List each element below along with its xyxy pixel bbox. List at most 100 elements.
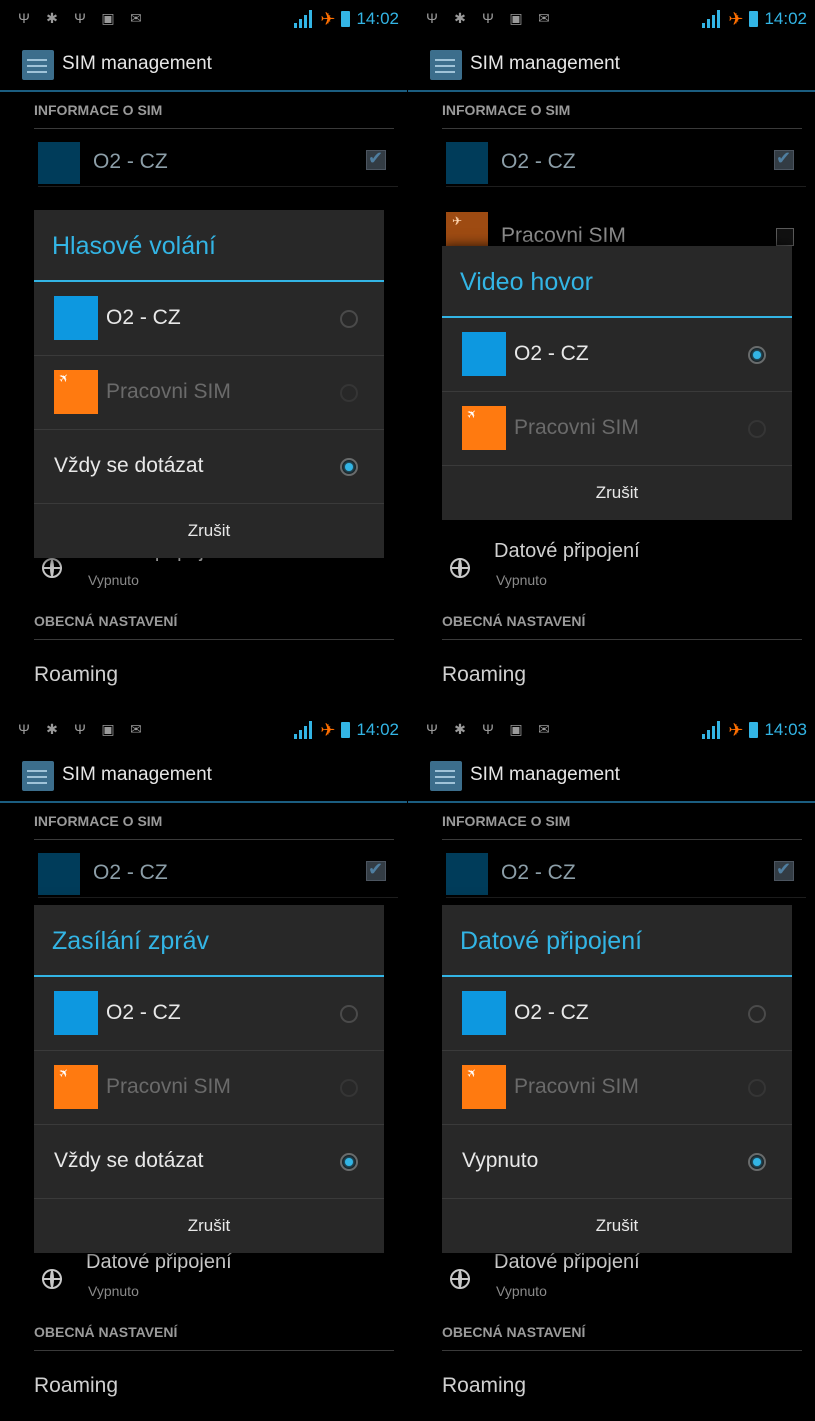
clock: 14:02	[356, 720, 399, 739]
data-connection-item[interactable]: Datové připojení Vypnuto	[442, 1249, 802, 1309]
signal-icon	[702, 721, 722, 739]
dialog-option-o2[interactable]: O2 - CZ	[442, 977, 792, 1051]
option-label: Vždy se dotázat	[54, 1149, 204, 1172]
cancel-button[interactable]: Zrušit	[442, 466, 792, 520]
data-connection-title: Datové připojení	[494, 540, 640, 562]
sim-name: O2 - CZ	[501, 150, 576, 173]
radio-icon[interactable]	[340, 1005, 358, 1023]
dialog-title: Datové připojení	[442, 905, 792, 977]
notification-icons: Ψ ✱ Ψ ▣ ✉	[424, 721, 552, 737]
action-bar: SIM management	[408, 749, 815, 803]
messaging-dialog: Zasílání zpráv O2 - CZ Pracovni SIM Vždy…	[34, 905, 384, 1253]
airplane-icon: ✈	[446, 212, 488, 246]
debug-icon: ✱	[454, 721, 466, 737]
sim-color-swatch	[462, 991, 506, 1035]
usb-icon: Ψ	[18, 10, 30, 26]
voice-call-dialog: Hlasové volání O2 - CZ Pracovni SIM Vždy…	[34, 210, 384, 558]
dialog-option-off[interactable]: Vypnuto	[442, 1125, 792, 1199]
screen-panel-voice-call: Ψ ✱ Ψ ▣ ✉ ✈ 14:02 SIM management INFORMA…	[0, 0, 407, 710]
option-label: Pracovni SIM	[106, 1075, 231, 1098]
airplane-icon	[54, 370, 98, 414]
email-icon: ✉	[538, 10, 550, 26]
sim-name: O2 - CZ	[93, 150, 168, 173]
radio-icon[interactable]	[748, 1153, 766, 1171]
signal-icon	[294, 10, 314, 28]
notification-icons: Ψ ✱ Ψ ▣ ✉	[424, 10, 552, 26]
debug-icon: ✱	[454, 10, 466, 26]
dialog-option-o2[interactable]: O2 - CZ	[442, 318, 792, 392]
dialog-option-always-ask[interactable]: Vždy se dotázat	[34, 430, 384, 504]
debug-icon: ✱	[46, 721, 58, 737]
data-connection-title: Datové připojení	[494, 1251, 640, 1273]
cancel-button[interactable]: Zrušit	[34, 1199, 384, 1253]
section-header-sim-info: INFORMACE O SIM	[34, 92, 394, 129]
action-bar: SIM management	[408, 38, 815, 92]
data-connection-item[interactable]: Datové připojení Vypnuto	[442, 538, 802, 598]
app-icon[interactable]	[22, 50, 54, 80]
data-connection-item[interactable]: Datové připojení Vypnuto	[34, 1249, 394, 1309]
radio-icon[interactable]	[340, 310, 358, 328]
screen-panel-data-connection: Ψ ✱ Ψ ▣ ✉ ✈ 14:03 SIM management INFORMA…	[408, 711, 815, 1421]
sim-item-work-sim[interactable]: ✈ Pracovni SIM	[446, 212, 806, 248]
app-icon[interactable]	[430, 761, 462, 791]
data-connection-title: Datové připojení	[86, 1251, 232, 1273]
option-label: Pracovni SIM	[514, 1075, 639, 1098]
screen-panel-messaging: Ψ ✱ Ψ ▣ ✉ ✈ 14:02 SIM management INFORMA…	[0, 711, 407, 1421]
roaming-item[interactable]: Roaming	[34, 663, 118, 687]
globe-icon	[42, 558, 62, 578]
sim-item-o2[interactable]: O2 - CZ	[446, 140, 806, 187]
roaming-item[interactable]: Roaming	[442, 663, 526, 687]
dialog-option-o2[interactable]: O2 - CZ	[34, 977, 384, 1051]
option-label: Pracovni SIM	[514, 416, 639, 439]
dialog-title: Hlasové volání	[34, 210, 384, 282]
screenshot-icon: ▣	[101, 721, 115, 737]
app-icon[interactable]	[22, 761, 54, 791]
airplane-icon: ✈	[320, 9, 336, 29]
screen-panel-video-call: Ψ ✱ Ψ ▣ ✉ ✈ 14:02 SIM management INFORMA…	[408, 0, 815, 710]
app-icon[interactable]	[430, 50, 462, 80]
sim-item-o2[interactable]: O2 - CZ	[446, 851, 806, 898]
sim-color-swatch	[54, 296, 98, 340]
roaming-item[interactable]: Roaming	[34, 1374, 118, 1398]
section-header-sim-info: INFORMACE O SIM	[442, 92, 802, 129]
battery-icon	[341, 722, 351, 738]
airplane-icon	[462, 1065, 506, 1109]
airplane-icon: ✈	[728, 720, 744, 740]
usb-icon: Ψ	[74, 721, 86, 737]
sim-item-o2[interactable]: O2 - CZ	[38, 140, 398, 187]
roaming-item[interactable]: Roaming	[442, 1374, 526, 1398]
dialog-title: Zasílání zpráv	[34, 905, 384, 977]
usb-icon: Ψ	[482, 721, 494, 737]
radio-icon[interactable]	[340, 1153, 358, 1171]
usb-icon: Ψ	[426, 10, 438, 26]
airplane-icon: ✈	[320, 720, 336, 740]
cancel-button[interactable]: Zrušit	[442, 1199, 792, 1253]
airplane-icon	[462, 406, 506, 450]
cancel-button[interactable]: Zrušit	[34, 504, 384, 558]
checkbox-icon[interactable]	[776, 228, 794, 246]
sim-name: Pracovni SIM	[501, 224, 626, 247]
sim-color-swatch	[38, 853, 80, 895]
email-icon: ✉	[130, 10, 142, 26]
radio-icon[interactable]	[748, 1005, 766, 1023]
notification-icons: Ψ ✱ Ψ ▣ ✉	[16, 10, 144, 26]
data-connection-value: Vypnuto	[496, 1283, 547, 1299]
section-header-general: OBECNÁ NASTAVENÍ	[34, 1314, 394, 1351]
dialog-option-work-sim: Pracovni SIM	[34, 356, 384, 430]
checkbox-icon[interactable]	[366, 148, 386, 170]
checkbox-icon[interactable]	[366, 859, 386, 881]
radio-icon[interactable]	[748, 346, 766, 364]
dialog-option-work-sim: Pracovni SIM	[442, 392, 792, 466]
sim-color-swatch	[38, 142, 80, 184]
sim-color-swatch	[462, 332, 506, 376]
checkbox-icon[interactable]	[774, 148, 794, 170]
app-title: SIM management	[470, 764, 620, 785]
app-title: SIM management	[62, 53, 212, 74]
checkbox-icon[interactable]	[774, 859, 794, 881]
dialog-option-o2[interactable]: O2 - CZ	[34, 282, 384, 356]
dialog-option-always-ask[interactable]: Vždy se dotázat	[34, 1125, 384, 1199]
radio-icon[interactable]	[340, 458, 358, 476]
dialog-option-work-sim: Pracovni SIM	[34, 1051, 384, 1125]
globe-icon	[450, 558, 470, 578]
sim-item-o2[interactable]: O2 - CZ	[38, 851, 398, 898]
